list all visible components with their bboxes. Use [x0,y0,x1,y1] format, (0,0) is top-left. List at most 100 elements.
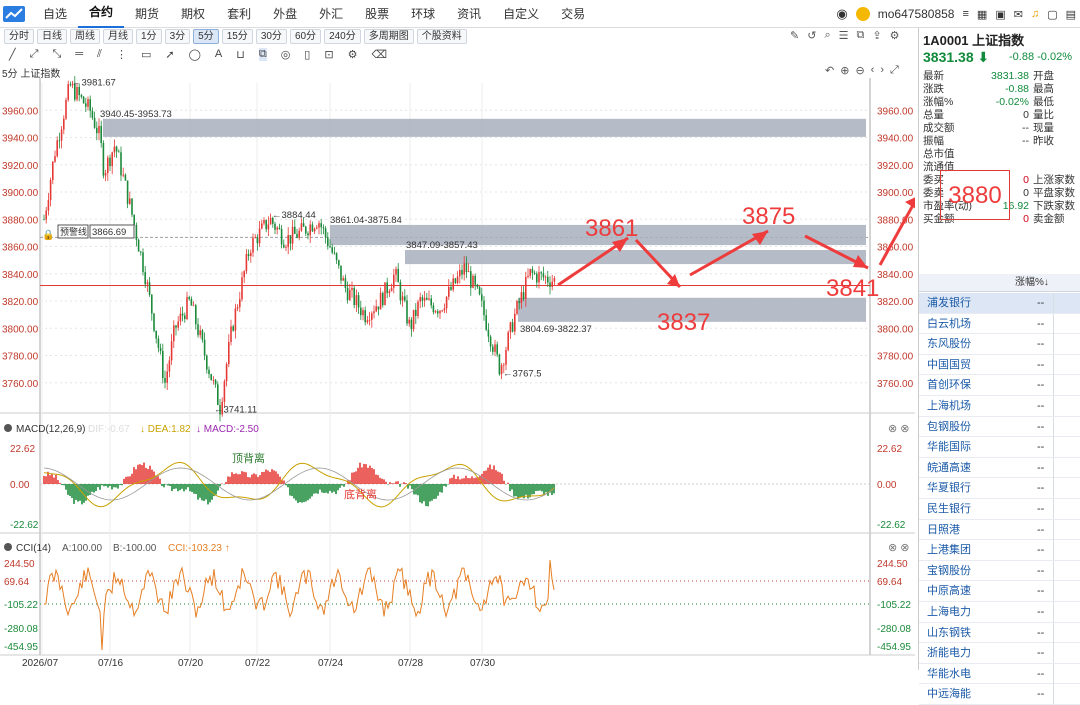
watch-name[interactable]: 中国国贸 [927,355,971,375]
watch-name[interactable]: 华夏银行 [927,478,971,498]
watch-name[interactable]: 华能水电 [927,664,971,684]
nav-item-4[interactable]: 套利 [216,0,262,28]
nav-item-10[interactable]: 自定义 [492,0,550,28]
watch-name[interactable]: 皖通高速 [927,458,971,478]
fib-tool-icon[interactable]: ⋮ [116,48,127,61]
nav-item-2[interactable]: 期货 [124,0,170,28]
mail-icon[interactable]: ✉ [1014,8,1023,21]
watch-name[interactable]: 宝钢股份 [927,561,971,581]
watchlist-item[interactable]: 浙能电力 -- [919,643,1080,664]
watchlist-item[interactable]: 中原高速 -- [919,581,1080,602]
username[interactable]: mo647580858 [878,7,955,21]
trash-icon[interactable]: ▯ [304,48,310,61]
eraser-icon[interactable]: ⌫ [371,48,387,61]
watch-name[interactable]: 山东钢铁 [927,623,971,643]
period-button-2[interactable]: 周线 [70,29,100,44]
watch-name[interactable]: 浦发银行 [927,293,971,313]
period-button-4[interactable]: 1分 [136,29,162,44]
watchlist-item[interactable]: 日照港 -- [919,519,1080,541]
copy-tool-icon[interactable]: ⧉ [258,47,267,61]
watch-name[interactable]: 上海机场 [927,396,971,416]
watchlist-item[interactable]: 包钢股份 -- [919,416,1080,438]
watch-name[interactable]: 白云机场 [927,314,971,334]
text-tool-icon[interactable]: A [215,48,222,60]
watch-name[interactable]: 华能国际 [927,437,971,457]
watchlist-item[interactable]: 上海电力 -- [919,602,1080,623]
line-tool-icon[interactable]: ╱ [9,48,16,61]
watch-name[interactable]: 上港集团 [927,540,971,560]
period-button-7[interactable]: 15分 [221,29,253,44]
watch-name[interactable]: 浙能电力 [927,643,971,663]
magnet-icon[interactable]: ⊔ [236,48,245,61]
nav-item-5[interactable]: 外盘 [262,0,308,28]
grid-icon[interactable]: ▦ [977,8,987,21]
rect-tool-icon[interactable]: ▭ [141,48,151,61]
nav-item-11[interactable]: 交易 [550,0,596,28]
robot-icon[interactable]: ◉ [836,6,847,22]
watchlist-item[interactable]: 华夏银行 -- [919,478,1080,499]
period-button-12[interactable]: 个股资料 [416,29,467,44]
circle-tool-icon[interactable]: ◯ [189,48,201,61]
watch-name[interactable]: 上海电力 [927,602,971,622]
watch-name[interactable]: 包钢股份 [927,417,971,437]
watch-name[interactable]: 中远海能 [927,684,971,704]
watchlist-item[interactable]: 山东钢铁 -- [919,622,1080,644]
watchlist-item[interactable]: 浦发银行 -- [919,293,1080,314]
channel-tool-icon[interactable]: ⫽ [97,48,102,61]
watchlist-item[interactable]: 华能水电 -- [919,663,1080,685]
layers-icon[interactable]: ≡ [962,8,968,20]
nav-item-1[interactable]: 合约 [78,0,125,28]
settings-tool-icon[interactable]: ⚙ [348,48,358,61]
lock-icon[interactable]: ⊡ [324,48,333,61]
user-avatar[interactable] [855,7,870,21]
list-icon[interactable]: ☰ [839,29,849,42]
nav-item-8[interactable]: 环球 [400,0,446,28]
period-button-5[interactable]: 3分 [164,29,191,44]
watch-name[interactable]: 首创环保 [927,375,971,395]
watch-col-label[interactable]: 涨幅%↓ [1015,274,1049,292]
undo-icon[interactable]: ↺ [807,29,816,42]
watch-name[interactable]: 东风股份 [927,334,971,354]
watchlist-item[interactable]: 上港集团 -- [919,540,1080,561]
watchlist-item[interactable]: 宝钢股份 -- [919,560,1080,582]
watchlist-item[interactable]: 东风股份 -- [919,334,1080,355]
period-button-10[interactable]: 240分 [324,29,361,44]
eye-icon[interactable]: ◎ [281,48,291,61]
arrow-tool-icon[interactable]: ➚ [165,48,174,61]
copy-icon[interactable]: ⧉ [856,29,864,42]
search-icon[interactable]: ⌕ [824,29,830,42]
nav-item-9[interactable]: 资讯 [446,0,492,28]
period-button-11[interactable]: 多周期图 [363,29,414,44]
period-button-3[interactable]: 月线 [103,29,133,44]
watchlist-item[interactable]: 民生银行 -- [919,499,1080,520]
nav-item-7[interactable]: 股票 [354,0,400,28]
edit-icon[interactable]: ✎ [790,29,799,42]
export-icon[interactable]: ⇪ [872,29,881,42]
nav-item-0[interactable]: 自选 [32,0,78,28]
watchlist-item[interactable]: 皖通高速 -- [919,457,1080,479]
period-button-1[interactable]: 日线 [37,29,67,44]
watchlist-item[interactable]: 白云机场 -- [919,313,1080,335]
nav-item-6[interactable]: 外汇 [308,0,354,28]
chart-area[interactable]: 3960.00 3960.00 3940.00 3940.00 3920.00 3920.… [0,63,915,670]
segment-tool-icon[interactable]: ⤡ [52,48,61,61]
watch-name[interactable]: 民生银行 [927,499,971,519]
hline-tool-icon[interactable]: ═ [75,48,83,60]
period-button-0[interactable]: 分时 [4,29,34,44]
bell-icon[interactable]: ♫ [1031,8,1039,20]
watchlist-item[interactable]: 华能国际 -- [919,437,1080,458]
period-button-9[interactable]: 60分 [289,29,322,44]
message-icon[interactable]: ▢ [1047,8,1057,21]
watchlist-item[interactable]: 上海机场 -- [919,396,1080,417]
camera-icon[interactable]: ▣ [995,8,1005,21]
setting-icon[interactable]: ⚙ [890,29,900,42]
period-button-8[interactable]: 30分 [255,29,287,44]
watchlist-item[interactable]: 首创环保 -- [919,375,1080,396]
watch-name[interactable]: 中原高速 [927,581,971,601]
watch-name[interactable]: 日照港 [927,520,960,540]
period-button-6[interactable]: 5分 [193,29,219,44]
watchlist-item[interactable]: 中国国贸 -- [919,354,1080,376]
watchlist-item[interactable]: 中远海能 -- [919,684,1080,705]
ray-tool-icon[interactable]: ⤢ [30,48,39,61]
watchlist-header[interactable]: 涨幅%↓ [919,274,1080,292]
